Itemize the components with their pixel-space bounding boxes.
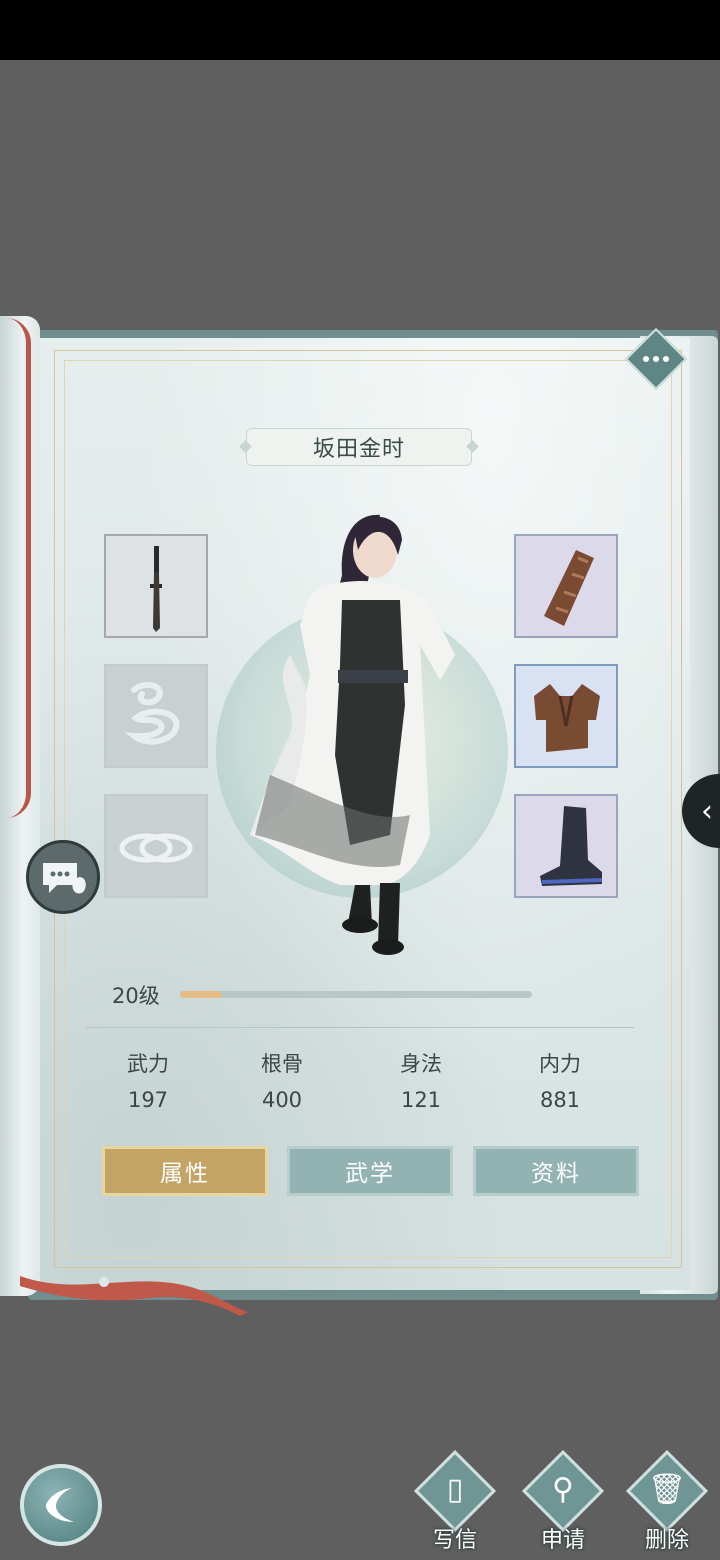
tab-martial-arts[interactable]: 武学 — [287, 1146, 453, 1196]
bookmark-ribbon — [20, 1276, 248, 1316]
more-icon — [634, 337, 678, 381]
bracer-slot[interactable] — [514, 534, 618, 638]
stat-label: 身法 — [400, 1052, 442, 1076]
delete-button[interactable]: 🗑 删除 — [622, 1449, 712, 1554]
inner-art-slot[interactable] — [104, 664, 208, 768]
stat-constitution: 根骨 400 — [232, 1048, 332, 1112]
divider — [86, 1027, 634, 1028]
write-letter-button[interactable]: ▯ 写信 — [410, 1449, 500, 1554]
black-boots-icon — [540, 806, 603, 886]
tab-profile[interactable]: 资料 — [473, 1146, 639, 1196]
armor-slot[interactable] — [514, 664, 618, 768]
stat-value: 197 — [127, 1088, 169, 1112]
chat-button[interactable] — [26, 840, 100, 914]
book-spine-trim — [6, 318, 31, 818]
character-portrait — [250, 514, 455, 955]
stat-value: 400 — [261, 1088, 303, 1112]
letter-icon: ▯ — [446, 1472, 464, 1507]
back-arrow-icon — [46, 1488, 74, 1522]
stat-label: 根骨 — [261, 1052, 303, 1076]
experience-fill — [180, 991, 223, 998]
leather-armor-icon — [534, 684, 600, 752]
ring-slot[interactable] — [104, 794, 208, 898]
chevron-left-icon: ‹ — [701, 793, 713, 829]
back-button[interactable] — [20, 1464, 102, 1546]
chat-bubble-icon — [43, 863, 86, 894]
status-bar — [0, 0, 720, 60]
stat-inner-power: 内力 881 — [510, 1048, 610, 1112]
weapon-slot[interactable] — [104, 534, 208, 638]
stat-value: 881 — [539, 1088, 581, 1112]
write-letter-label: 写信 — [432, 1528, 477, 1553]
rings-icon — [119, 833, 193, 863]
level-label: 20级 — [112, 984, 160, 1008]
add-friend-icon: ⚲ — [552, 1472, 574, 1507]
stat-agility: 身法 121 — [371, 1048, 471, 1112]
leather-bracer-icon — [544, 550, 594, 626]
cloud-scroll-icon — [124, 681, 180, 745]
stat-force: 武力 197 — [98, 1048, 198, 1112]
friend-request-label: 申请 — [540, 1528, 585, 1553]
tab-attributes[interactable]: 属性 — [102, 1146, 268, 1196]
dagger-icon — [150, 546, 162, 632]
stat-label: 武力 — [127, 1052, 169, 1076]
trash-icon: 🗑 — [647, 1472, 687, 1507]
delete-label: 删除 — [644, 1528, 689, 1553]
boots-slot[interactable] — [514, 794, 618, 898]
stat-label: 内力 — [539, 1052, 581, 1076]
friend-request-button[interactable]: ⚲ 申请 — [518, 1449, 608, 1554]
experience-bar — [180, 991, 532, 998]
stat-value: 121 — [400, 1088, 442, 1112]
character-name: 坂田金时 — [246, 428, 472, 466]
